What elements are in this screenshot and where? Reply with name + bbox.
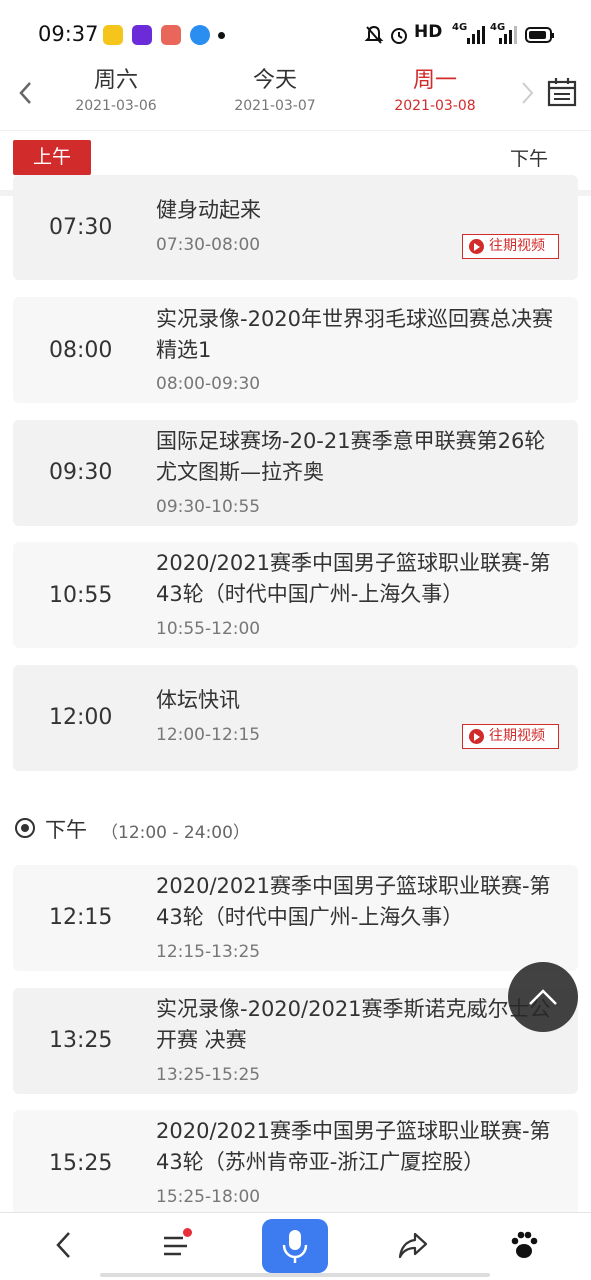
section-radio-icon	[15, 818, 35, 838]
day-name: 周六	[93, 68, 138, 93]
bottom-toolbar	[0, 1212, 591, 1280]
menu-badge-dot	[183, 1228, 192, 1237]
program-range: 10:55-12:00	[156, 619, 261, 639]
status-time: 09:37	[38, 22, 99, 46]
program-card[interactable]: 12:15 2020/2021赛季中国男子篮球职业联赛-第43轮（时代中国广州-…	[13, 865, 578, 971]
program-time: 12:00	[49, 705, 113, 730]
signal-icon-2	[499, 26, 517, 44]
program-time: 10:55	[49, 583, 113, 608]
program-range: 07:30-08:00	[156, 235, 261, 255]
program-range: 08:00-09:30	[156, 374, 261, 394]
microphone-icon	[282, 1230, 308, 1263]
program-card[interactable]: 12:00 体坛快讯 12:00-12:15 往期视频	[13, 665, 578, 771]
mute-bell-icon	[364, 25, 384, 44]
day-tab-today[interactable]: 今天 2021-03-07	[215, 68, 335, 114]
program-time: 08:00	[49, 338, 113, 363]
pm-tab[interactable]: 下午	[510, 144, 548, 171]
paw-icon[interactable]	[506, 1227, 542, 1263]
play-icon	[469, 239, 484, 254]
signal-icon	[467, 26, 485, 44]
day-date: 2021-03-07	[234, 98, 316, 114]
program-range: 12:00-12:15	[156, 725, 261, 745]
play-icon	[469, 729, 484, 744]
alarm-icon	[391, 28, 407, 44]
home-indicator	[100, 1273, 490, 1277]
replay-label: 往期视频	[489, 728, 545, 744]
voice-search-button[interactable]	[262, 1219, 328, 1273]
program-card[interactable]: 10:55 2020/2021赛季中国男子篮球职业联赛-第43轮（时代中国广州-…	[13, 542, 578, 648]
program-time: 12:15	[49, 905, 113, 930]
program-card[interactable]: 09:30 国际足球赛场-20-21赛季意甲联赛第26轮 尤文图斯—拉齐奥 09…	[13, 420, 578, 526]
calendar-icon[interactable]	[546, 76, 578, 108]
program-time: 15:25	[49, 1151, 113, 1176]
day-date: 2021-03-08	[394, 98, 476, 114]
program-card[interactable]: 07:30 健身动起来 07:30-08:00 往期视频	[13, 175, 578, 280]
program-range: 15:25-18:00	[156, 1187, 261, 1207]
date-navigation: 周六 2021-03-06 今天 2021-03-07 周一 2021-03-0…	[0, 60, 591, 130]
back-to-top-button[interactable]	[508, 962, 578, 1032]
replay-label: 往期视频	[489, 238, 545, 254]
notes-app-icon	[103, 25, 123, 45]
battery-icon	[525, 27, 554, 43]
program-card[interactable]: 15:25 2020/2021赛季中国男子篮球职业联赛-第43轮（苏州肯帝亚-浙…	[13, 1110, 578, 1216]
day-tab-saturday[interactable]: 周六 2021-03-06	[56, 68, 176, 114]
browser-app-icon	[190, 25, 210, 45]
day-date: 2021-03-06	[75, 98, 157, 114]
program-title: 实况录像-2020年世界羽毛球巡回赛总决赛 精选1	[156, 307, 554, 362]
program-title: 2020/2021赛季中国男子篮球职业联赛-第43轮（时代中国广州-上海久事）	[156, 551, 551, 606]
replay-button[interactable]: 往期视频	[462, 234, 559, 259]
shop-app-icon	[161, 25, 181, 45]
hd-indicator: HD	[414, 22, 443, 42]
chevron-up-icon	[529, 989, 557, 1005]
program-range: 12:15-13:25	[156, 942, 261, 962]
program-time: 09:30	[49, 460, 113, 485]
section-range: （12:00 - 24:00）	[101, 823, 250, 843]
next-day-arrow-icon[interactable]	[512, 78, 542, 108]
more-notifications-dot	[218, 32, 225, 39]
program-title: 实况录像-2020/2021赛季斯诺克威尔士公开赛 决赛	[156, 997, 551, 1052]
program-title: 体坛快讯	[156, 688, 240, 712]
program-title: 国际足球赛场-20-21赛季意甲联赛第26轮 尤文图斯—拉齐奥	[156, 429, 546, 484]
day-name: 周一	[412, 68, 457, 93]
program-title: 健身动起来	[156, 198, 261, 222]
program-range: 09:30-10:55	[156, 497, 261, 517]
replay-button[interactable]: 往期视频	[462, 724, 559, 749]
share-icon[interactable]	[395, 1227, 431, 1263]
day-name: 今天	[252, 68, 297, 93]
program-card[interactable]: 08:00 实况录像-2020年世界羽毛球巡回赛总决赛 精选1 08:00-09…	[13, 297, 578, 403]
prev-day-arrow-icon[interactable]	[12, 78, 42, 108]
day-tab-monday[interactable]: 周一 2021-03-08	[375, 68, 495, 114]
program-title: 2020/2021赛季中国男子篮球职业联赛-第43轮（苏州肯帝亚-浙江广厦控股）	[156, 1119, 551, 1174]
page: 09:37 HD 4G 4G 周六 2021-03-06 今天 2021-03-…	[0, 0, 591, 1280]
program-time: 07:30	[49, 215, 113, 240]
am-tab[interactable]: 上午	[13, 140, 91, 175]
program-time: 13:25	[49, 1028, 113, 1053]
program-title: 2020/2021赛季中国男子篮球职业联赛-第43轮（时代中国广州-上海久事）	[156, 874, 551, 929]
back-icon[interactable]	[47, 1227, 83, 1263]
section-label: 下午	[45, 818, 87, 842]
video-app-icon	[132, 25, 152, 45]
program-range: 13:25-15:25	[156, 1065, 261, 1085]
program-card[interactable]: 13:25 实况录像-2020/2021赛季斯诺克威尔士公开赛 决赛 13:25…	[13, 988, 578, 1094]
